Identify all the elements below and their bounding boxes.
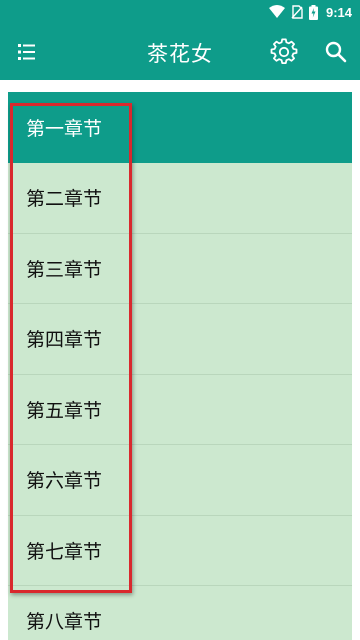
toolbar: 茶花女 bbox=[0, 24, 360, 80]
status-time: 9:14 bbox=[325, 4, 352, 20]
chapter-list: 第一章节 第二章节 第三章节 第四章节 第五章节 第六章节 第七章节 第八章节 bbox=[8, 92, 352, 640]
battery-charging-icon bbox=[308, 4, 318, 20]
status-bar: 9:14 bbox=[0, 0, 360, 24]
chapter-item-6[interactable]: 第六章节 bbox=[8, 445, 352, 516]
chapter-item-7[interactable]: 第七章节 bbox=[8, 516, 352, 586]
wifi-icon bbox=[268, 5, 285, 19]
chapter-item-3[interactable]: 第三章节 bbox=[8, 234, 352, 304]
chapter-item-5[interactable]: 第五章节 bbox=[8, 375, 352, 445]
search-icon[interactable] bbox=[323, 39, 349, 65]
chapter-item-1[interactable]: 第一章节 bbox=[8, 92, 352, 163]
gear-icon[interactable] bbox=[270, 38, 298, 66]
no-sim-icon bbox=[291, 5, 303, 19]
chapter-item-8[interactable]: 第八章节 bbox=[8, 586, 352, 640]
chapter-item-4[interactable]: 第四章节 bbox=[8, 304, 352, 375]
chapter-item-2[interactable]: 第二章节 bbox=[8, 163, 352, 234]
page-title: 茶花女 bbox=[147, 42, 213, 66]
